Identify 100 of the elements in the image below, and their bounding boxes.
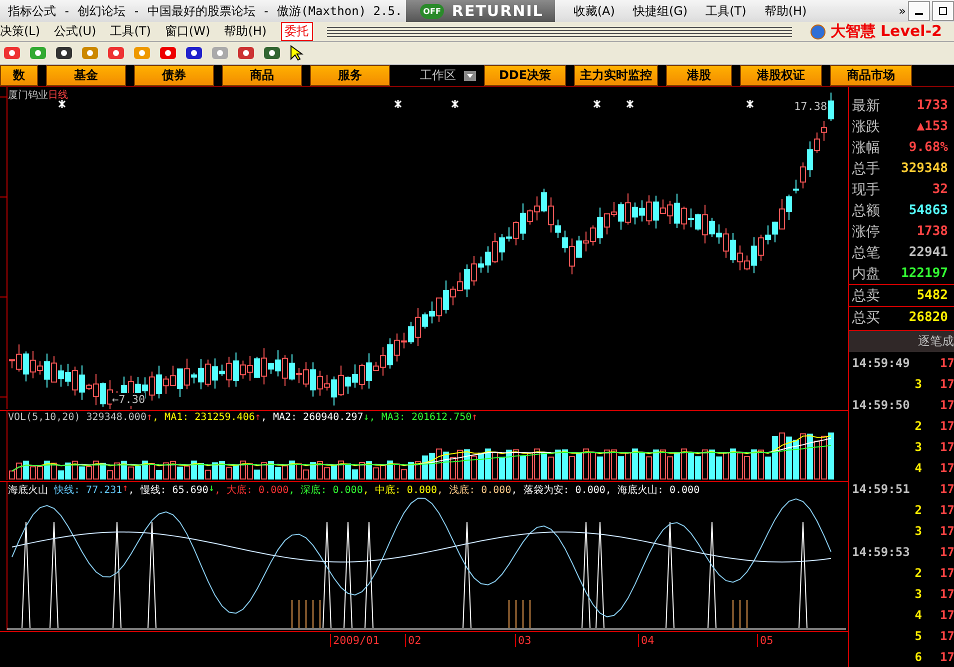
brand-logo: 大智慧 Level-2 (830, 22, 942, 41)
workspace-label: 工作区 (420, 67, 456, 84)
trend-arrow: ↑ (254, 412, 261, 423)
returnil-label: RETURNIL (452, 2, 544, 20)
quote-label: 涨停 (852, 222, 880, 240)
date-label: 03 (515, 634, 532, 647)
quote-label: 内盘 (852, 264, 880, 282)
indicator-legend: , 落袋为安: 0.000 (511, 483, 606, 497)
market-button[interactable]: 商品 (222, 65, 302, 86)
market-button[interactable]: 服务 (310, 65, 390, 86)
indicator-legend: , 慢线: 65.690 (128, 483, 208, 497)
signal-marker (746, 99, 754, 109)
quote-value: 26820 (908, 310, 948, 325)
trade-button[interactable]: 委托 (280, 22, 313, 41)
signal-marker (58, 99, 66, 109)
function-button[interactable]: 港股 (666, 65, 732, 86)
date-label: 2009/01 (330, 634, 380, 647)
browser-menu-item[interactable]: 收藏(A) (573, 2, 615, 20)
function-button[interactable]: 港股权证 (740, 65, 822, 86)
tick-price: 17 (940, 566, 954, 580)
tick-volume: 4 (914, 608, 923, 622)
indicator-legend: , 深底: 0.000 (288, 483, 363, 497)
function-button[interactable]: 商品市场 (830, 65, 912, 86)
tick-price: 17 (940, 608, 954, 622)
volume-legend: , MA2: 260940.297 (260, 412, 364, 423)
tick-price: 17 (940, 544, 954, 558)
quote-value: 22941 (908, 245, 948, 260)
volume-legend: , MA1: 231259.406 (152, 412, 255, 423)
volume-legend: VOL(5,10,20) 329348.000 (8, 412, 146, 423)
menu-item[interactable]: 窗口(W) (164, 23, 210, 40)
indicator-legend: , 海底火山: 0.000 (605, 483, 700, 497)
tick-volume: 4 (914, 460, 923, 474)
volume-legend: , MA3: 201612.750 (369, 412, 472, 423)
indicator-legend: , 大底: 0.000 (214, 483, 289, 497)
quote-label: 总买 (852, 308, 880, 326)
quote-value: 54863 (908, 203, 948, 218)
market-button[interactable]: 数 (0, 65, 38, 86)
tick-price: 17 (940, 586, 954, 600)
off-badge: OFF (420, 4, 444, 18)
tick-time: 14:59:50 (852, 398, 911, 412)
globe-icon (810, 24, 826, 40)
tick-volume: 3 (914, 524, 923, 538)
dropdown-icon[interactable] (464, 70, 476, 80)
menu-item[interactable]: 帮助(H) (224, 23, 267, 40)
tick-volume: 3 (914, 440, 923, 454)
signal-marker (394, 99, 402, 109)
browser-menu-item[interactable]: 帮助(H) (764, 2, 807, 20)
quote-label: 总手 (852, 160, 880, 178)
tick-price: 17 (940, 356, 954, 370)
tick-volume: 2 (914, 566, 923, 580)
browser-menu-item[interactable]: 工具(T) (706, 2, 746, 20)
window-title: 指标公式 - 创幻论坛 - 中国最好的股票论坛 - 傲游(Maxthon) 2.5. (7, 2, 402, 20)
tick-time: 14:59:49 (852, 356, 911, 370)
tick-volume: 6 (914, 650, 923, 664)
period-label: 日线 (48, 88, 68, 102)
signal-marker (593, 99, 601, 109)
tick-price: 17 (940, 628, 954, 642)
trend-arrow: ↑ (146, 412, 153, 423)
indicator-legend: , 浅底: 0.000 (437, 483, 512, 497)
tick-volume: 3 (914, 586, 923, 600)
high-price-label: 17.38 (794, 100, 828, 113)
market-button[interactable]: 债券 (134, 65, 214, 86)
menu-item[interactable]: 公式(U) (54, 23, 96, 40)
function-button[interactable]: DDE决策 (484, 65, 566, 86)
tick-time: 14:59:51 (852, 482, 911, 496)
tick-time: 14:59:53 (852, 544, 911, 558)
tick-volume: 3 (914, 376, 923, 390)
tick-price: 17 (940, 524, 954, 538)
trend-arrow: ↑ (122, 483, 128, 496)
quote-label: 涨跌 (852, 118, 880, 136)
quote-value: ▲153 (916, 119, 948, 134)
maximize-icon (939, 7, 947, 15)
quote-value: 9.68% (908, 140, 948, 155)
quote-label: 总额 (852, 202, 880, 220)
quote-value: 32 (932, 182, 948, 197)
quote-value: 5482 (916, 288, 948, 303)
function-button[interactable]: 主力实时监控 (574, 65, 658, 86)
quote-label: 最新 (852, 96, 880, 114)
quote-value: 1733 (916, 98, 948, 113)
more-menu[interactable]: » (898, 4, 906, 18)
menu-item[interactable]: 工具(T) (110, 23, 151, 40)
maximize-button[interactable] (932, 1, 954, 21)
menu-item[interactable]: 决策(L) (0, 23, 40, 40)
indicator-legend: , 中底: 0.000 (362, 483, 438, 497)
tick-volume: 5 (914, 628, 923, 642)
tick-price: 17 (940, 502, 954, 516)
browser-menu-item[interactable]: 快捷组(G) (632, 2, 688, 20)
trend-arrow: ↓ (208, 483, 214, 496)
date-label: 05 (757, 634, 774, 647)
minimize-button[interactable] (908, 1, 930, 21)
quote-value: 1738 (916, 224, 948, 239)
date-label: 02 (405, 634, 422, 647)
tick-price: 17 (940, 650, 954, 664)
tick-price: 17 (940, 440, 954, 454)
indicator-legend: 海底火山 (8, 483, 48, 497)
signal-marker (626, 99, 634, 109)
quote-value: 122197 (901, 266, 948, 281)
tick-volume: 2 (914, 418, 923, 432)
market-button[interactable]: 基金 (46, 65, 126, 86)
tick-price: 17 (940, 482, 954, 496)
